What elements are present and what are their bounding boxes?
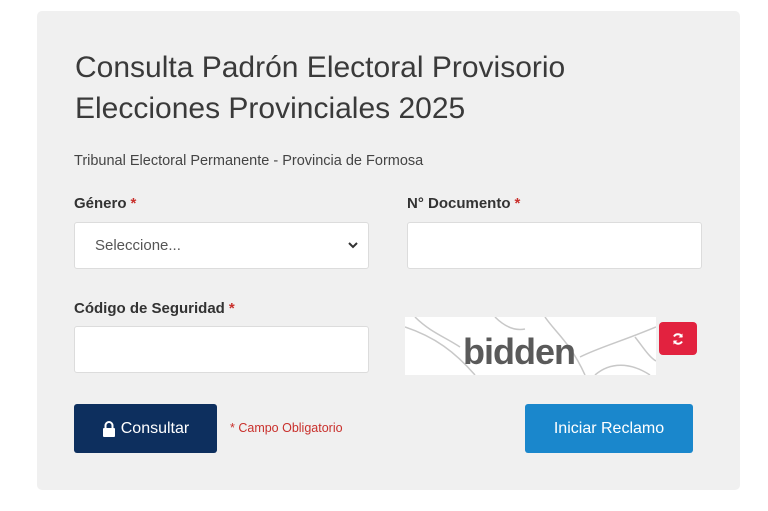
captcha-image: bidden (405, 317, 656, 375)
codigo-input[interactable] (74, 326, 369, 373)
title-line-2: Elecciones Provinciales 2025 (75, 92, 466, 125)
documento-input[interactable] (407, 222, 702, 269)
documento-label-text: N° Documento (407, 195, 511, 212)
genero-select-value: Seleccione... (95, 237, 181, 254)
page-title: Consulta Padrón Electoral Provisorio Ele… (75, 47, 695, 129)
consultar-label: Consultar (120, 419, 190, 437)
iniciar-reclamo-button[interactable]: Iniciar Reclamo (525, 404, 693, 453)
consulta-card: Consulta Padrón Electoral Provisorio Ele… (37, 11, 740, 490)
chevron-down-icon (348, 242, 358, 249)
refresh-captcha-button[interactable] (659, 322, 697, 355)
consultar-button[interactable]: Consultar (74, 404, 217, 453)
title-line-1: Consulta Padrón Electoral Provisorio (75, 51, 566, 84)
required-mark: * (228, 300, 235, 317)
lock-icon (102, 420, 115, 437)
documento-label: N° Documento * (407, 195, 520, 212)
genero-select[interactable]: Seleccione... (74, 222, 369, 269)
genero-label-text: Género (74, 195, 127, 212)
genero-label: Género * (74, 195, 136, 212)
captcha-text: bidden (463, 331, 575, 372)
mandatory-note: * Campo Obligatorio (230, 421, 343, 435)
required-mark: * (514, 195, 521, 212)
required-mark: * (130, 195, 137, 212)
codigo-label-text: Código de Seguridad (74, 300, 225, 317)
codigo-label: Código de Seguridad * (74, 300, 235, 317)
subtitle: Tribunal Electoral Permanente - Provinci… (74, 153, 424, 169)
refresh-icon (673, 332, 683, 345)
